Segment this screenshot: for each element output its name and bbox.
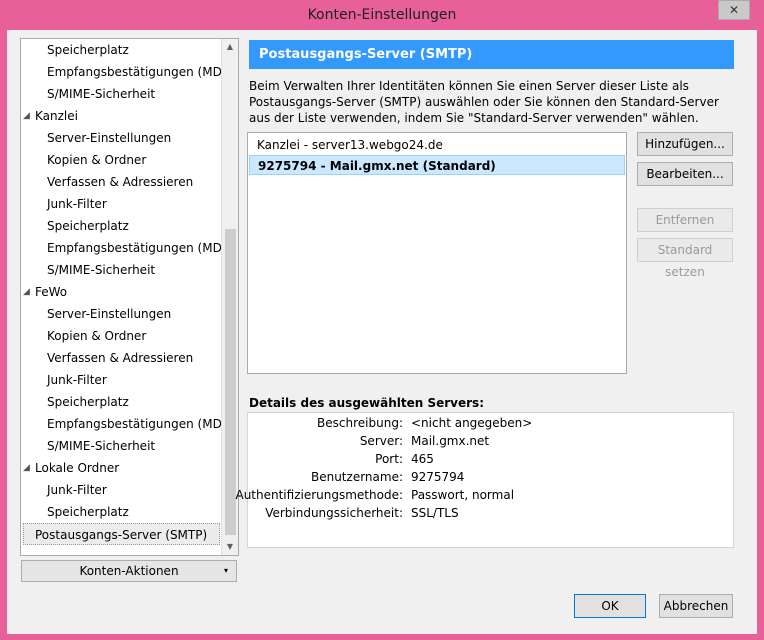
edit-button[interactable]: Bearbeiten... bbox=[637, 162, 733, 186]
tree-item-label: Empfangsbestätigungen (MDN) bbox=[47, 417, 236, 431]
close-button[interactable]: ✕ bbox=[718, 0, 750, 20]
tree-item[interactable]: S/MIME-Sicherheit bbox=[47, 259, 155, 281]
tree-item[interactable]: Speicherplatz bbox=[47, 501, 129, 523]
tree-item[interactable]: Server-Einstellungen bbox=[47, 127, 171, 149]
tree-item-label: Kopien & Ordner bbox=[47, 153, 147, 167]
tree-item[interactable]: S/MIME-Sicherheit bbox=[47, 435, 155, 457]
tree-item-label: S/MIME-Sicherheit bbox=[47, 439, 156, 453]
scroll-up-icon[interactable]: ▲ bbox=[222, 39, 238, 55]
tree-item[interactable]: S/MIME-Sicherheit bbox=[47, 83, 155, 105]
title-bar: Konten-Einstellungen ✕ bbox=[0, 0, 764, 30]
details-title: Details des ausgewählten Servers: bbox=[249, 396, 484, 410]
tree-item-label: Junk-Filter bbox=[47, 197, 107, 211]
tree-item-label: Junk-Filter bbox=[47, 483, 107, 497]
expander-icon[interactable]: ◢ bbox=[23, 105, 33, 127]
tree-item-label: Speicherplatz bbox=[47, 505, 129, 519]
tree-item[interactable]: Postausgangs-Server (SMTP) bbox=[23, 523, 220, 545]
tree-item[interactable]: Server-Einstellungen bbox=[47, 303, 171, 325]
detail-row-description: Beschreibung: <nicht angegeben> bbox=[248, 414, 733, 432]
detail-row-port: Port: 465 bbox=[248, 450, 733, 468]
tree-item[interactable]: Speicherplatz bbox=[47, 215, 129, 237]
tree-item[interactable]: Verfassen & Adressieren bbox=[47, 347, 193, 369]
detail-value: SSL/TLS bbox=[411, 506, 459, 520]
tree-item-label: Speicherplatz bbox=[47, 395, 129, 409]
tree-item[interactable]: ◢ Kanzlei bbox=[23, 105, 78, 127]
detail-value: Mail.gmx.net bbox=[411, 434, 490, 448]
detail-value: 9275794 bbox=[411, 470, 465, 484]
page-header: Postausgangs-Server (SMTP) bbox=[249, 40, 734, 69]
tree-item-label: Empfangsbestätigungen (MDN) bbox=[47, 65, 236, 79]
details-box: Beschreibung: <nicht angegeben> Server: … bbox=[235, 412, 734, 548]
tree-item[interactable]: Speicherplatz bbox=[47, 39, 129, 61]
page-description: Beim Verwalten Ihrer Identitäten können … bbox=[249, 79, 719, 125]
close-icon: ✕ bbox=[728, 3, 740, 17]
dropdown-arrow-icon: ▾ bbox=[223, 566, 228, 575]
tree-item[interactable]: Speicherplatz bbox=[47, 391, 129, 413]
dialog-body: Speicherplatz Empfangsbestätigungen (MDN)… bbox=[7, 30, 757, 634]
tree-item-label: Verfassen & Adressieren bbox=[47, 175, 194, 189]
account-actions-button[interactable]: Konten-Aktionen ▾ bbox=[21, 560, 237, 582]
tree-item[interactable]: Empfangsbestätigungen (MDN) bbox=[47, 413, 235, 435]
tree-item-label: Server-Einstellungen bbox=[47, 131, 172, 145]
cancel-button[interactable]: Abbrechen bbox=[659, 594, 733, 618]
detail-label: Authentifizierungsmethode: bbox=[235, 488, 403, 502]
tree-item[interactable]: ◢ Lokale Ordner bbox=[23, 457, 120, 479]
detail-label: Server: bbox=[359, 434, 403, 448]
detail-row-security: Verbindungssicherheit: SSL/TLS bbox=[248, 504, 733, 522]
detail-value: Passwort, normal bbox=[411, 488, 515, 502]
window-title: Konten-Einstellungen bbox=[307, 7, 457, 23]
tree-item[interactable]: ◢ FeWo bbox=[23, 281, 68, 303]
tree-item-label: Postausgangs-Server (SMTP) bbox=[35, 528, 208, 542]
ok-button[interactable]: OK bbox=[574, 594, 646, 618]
tree-item[interactable]: Verfassen & Adressieren bbox=[47, 171, 193, 193]
tree-item-label: S/MIME-Sicherheit bbox=[47, 263, 156, 277]
detail-row-server: Server: Mail.gmx.net bbox=[248, 432, 733, 450]
server-row-1[interactable]: 9275794 - Mail.gmx.net (Standard) bbox=[249, 155, 625, 175]
tree-item[interactable]: Junk-Filter bbox=[47, 479, 107, 501]
account-actions-label: Konten-Aktionen bbox=[79, 564, 179, 578]
tree-item-label: Kopien & Ordner bbox=[47, 329, 147, 343]
tree-item-label: Lokale Ordner bbox=[35, 461, 120, 475]
tree-item-label: Speicherplatz bbox=[47, 43, 129, 57]
detail-value: <nicht angegeben> bbox=[411, 416, 533, 430]
detail-label: Beschreibung: bbox=[317, 416, 403, 430]
tree-item-label: Speicherplatz bbox=[47, 219, 129, 233]
tree-item-label: Kanzlei bbox=[35, 109, 78, 123]
tree-item[interactable]: Kopien & Ordner bbox=[47, 149, 146, 171]
detail-label: Verbindungssicherheit: bbox=[265, 506, 403, 520]
detail-row-username: Benutzername: 9275794 bbox=[248, 468, 733, 486]
scroll-thumb[interactable] bbox=[225, 229, 236, 535]
detail-label: Port: bbox=[375, 452, 403, 466]
tree-scrollbar[interactable]: ▲ ▼ bbox=[221, 39, 238, 555]
tree-item-label: Verfassen & Adressieren bbox=[47, 351, 194, 365]
account-tree: Speicherplatz Empfangsbestätigungen (MDN)… bbox=[20, 38, 239, 556]
detail-row-auth: Authentifizierungsmethode: Passwort, nor… bbox=[235, 486, 733, 504]
tree-item[interactable]: Empfangsbestätigungen (MDN) bbox=[47, 237, 235, 259]
tree-item[interactable]: Junk-Filter bbox=[47, 369, 107, 391]
remove-button[interactable]: Entfernen bbox=[637, 208, 733, 232]
tree-item-label: Junk-Filter bbox=[47, 373, 107, 387]
tree-item-label: FeWo bbox=[35, 285, 68, 299]
expander-icon[interactable]: ◢ bbox=[23, 457, 33, 479]
tree-item-label: Server-Einstellungen bbox=[47, 307, 172, 321]
detail-value: 465 bbox=[411, 452, 434, 466]
tree-item[interactable]: Kopien & Ordner bbox=[47, 325, 146, 347]
server-row-0[interactable]: Kanzlei - server13.webgo24.de bbox=[249, 135, 625, 155]
tree-item-label: Empfangsbestätigungen (MDN) bbox=[47, 241, 236, 255]
add-button[interactable]: Hinzufügen... bbox=[637, 132, 733, 156]
detail-label: Benutzername: bbox=[310, 470, 403, 484]
tree-item[interactable]: Junk-Filter bbox=[47, 193, 107, 215]
set-default-button[interactable]: Standard setzen bbox=[637, 238, 733, 279]
smtp-server-list[interactable]: Kanzlei - server13.webgo24.de 9275794 - … bbox=[247, 132, 627, 374]
scroll-down-icon[interactable]: ▼ bbox=[222, 539, 238, 555]
tree-item[interactable]: Empfangsbestätigungen (MDN) bbox=[47, 61, 235, 83]
tree-item-label: S/MIME-Sicherheit bbox=[47, 87, 156, 101]
expander-icon[interactable]: ◢ bbox=[23, 281, 33, 303]
